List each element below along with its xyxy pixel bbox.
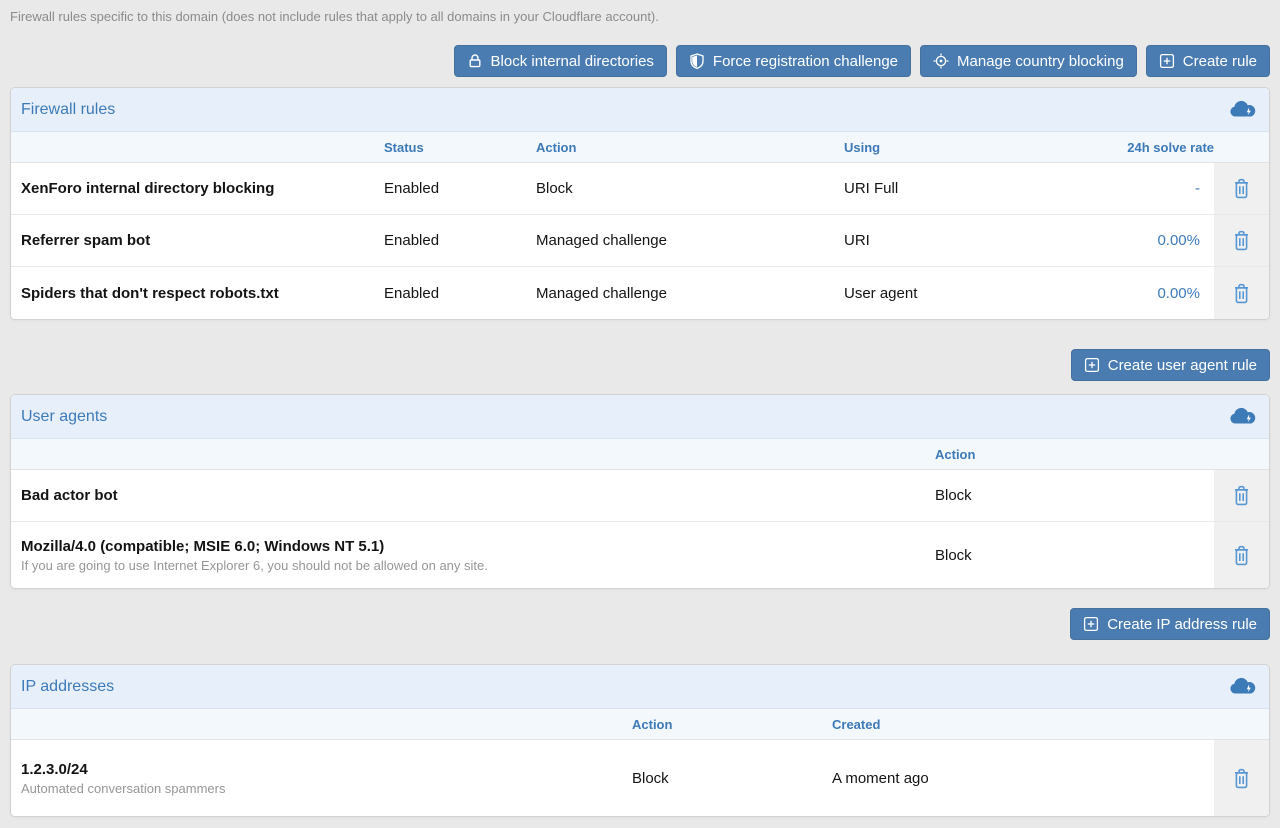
page: Firewall rules specific to this domain (… bbox=[0, 0, 1280, 817]
cloudflare-cloud-icon bbox=[1227, 100, 1257, 119]
cloudflare-cloud-icon bbox=[1227, 677, 1257, 696]
column-header-name bbox=[11, 141, 384, 153]
rule-solve-rate-link[interactable]: 0.00% bbox=[1094, 224, 1214, 257]
rule-solve-rate: - bbox=[1094, 172, 1214, 205]
rule-status: Enabled bbox=[384, 224, 536, 257]
panel-title: IP addresses bbox=[21, 678, 114, 696]
user-agent-action: Block bbox=[935, 479, 1214, 512]
column-header-solve-rate: 24h solve rate bbox=[1094, 134, 1214, 161]
delete-button[interactable] bbox=[1230, 228, 1253, 253]
rule-status: Enabled bbox=[384, 172, 536, 205]
delete-button[interactable] bbox=[1230, 483, 1253, 508]
create-user-agent-rule-button[interactable]: Create user agent rule bbox=[1071, 349, 1270, 381]
create-ip-address-rule-label: Create IP address rule bbox=[1107, 616, 1257, 633]
block-internal-directories-label: Block internal directories bbox=[491, 53, 654, 70]
user-agent-name: Bad actor bot bbox=[11, 479, 935, 512]
panel-title: Firewall rules bbox=[21, 101, 115, 119]
column-header-action: Action bbox=[935, 441, 1214, 468]
column-header-using: Using bbox=[844, 134, 1094, 161]
firewall-rules-column-headers: Status Action Using 24h solve rate bbox=[11, 132, 1269, 163]
create-user-agent-rule-label: Create user agent rule bbox=[1108, 357, 1257, 374]
trash-icon bbox=[1232, 777, 1251, 792]
panel-title: User agents bbox=[21, 408, 107, 426]
toolbar: Block internal directories Force registr… bbox=[10, 45, 1270, 77]
cloudflare-cloud-icon bbox=[1227, 407, 1257, 426]
table-row: 1.2.3.0/24 Automated conversation spamme… bbox=[11, 740, 1269, 816]
rule-name: Spiders that don't respect robots.txt bbox=[11, 277, 384, 310]
rule-solve-rate-link[interactable]: 0.00% bbox=[1094, 277, 1214, 310]
plus-square-icon bbox=[1084, 357, 1100, 373]
delete-button[interactable] bbox=[1230, 543, 1253, 568]
shield-icon bbox=[689, 53, 705, 69]
trash-icon bbox=[1232, 239, 1251, 254]
create-rule-button[interactable]: Create rule bbox=[1146, 45, 1270, 77]
rule-using: User agent bbox=[844, 277, 1094, 310]
rule-action: Block bbox=[536, 172, 844, 205]
table-row: Mozilla/4.0 (compatible; MSIE 6.0; Windo… bbox=[11, 522, 1269, 588]
trash-icon bbox=[1232, 292, 1251, 307]
rule-status: Enabled bbox=[384, 277, 536, 310]
force-registration-challenge-label: Force registration challenge bbox=[713, 53, 898, 70]
rule-action: Managed challenge bbox=[536, 277, 844, 310]
user-agents-panel: User agents Action Bad actor bot Block bbox=[10, 394, 1270, 589]
ip-addresses-panel-header: IP addresses bbox=[11, 665, 1269, 709]
firewall-rules-panel-header: Firewall rules bbox=[11, 88, 1269, 132]
block-internal-directories-button[interactable]: Block internal directories bbox=[454, 45, 667, 77]
table-row: Bad actor bot Block bbox=[11, 470, 1269, 522]
table-row: Spiders that don't respect robots.txt En… bbox=[11, 267, 1269, 319]
create-rule-label: Create rule bbox=[1183, 53, 1257, 70]
ip-address-action: Block bbox=[632, 762, 832, 795]
create-ip-address-rule-button[interactable]: Create IP address rule bbox=[1070, 608, 1270, 640]
locate-icon bbox=[933, 53, 949, 69]
rule-using: URI Full bbox=[844, 172, 1094, 205]
page-description: Firewall rules specific to this domain (… bbox=[10, 0, 1270, 24]
firewall-rules-panel: Firewall rules Status Action Using 24h s… bbox=[10, 87, 1270, 320]
ip-addresses-panel: IP addresses Action Created 1.2.3.0/24 A… bbox=[10, 664, 1270, 817]
rule-using: URI bbox=[844, 224, 1094, 257]
manage-country-blocking-button[interactable]: Manage country blocking bbox=[920, 45, 1137, 77]
column-header-name bbox=[11, 718, 632, 730]
column-header-status: Status bbox=[384, 134, 536, 161]
trash-icon bbox=[1232, 494, 1251, 509]
user-agent-name: Mozilla/4.0 (compatible; MSIE 6.0; Windo… bbox=[21, 538, 935, 555]
user-agents-panel-header: User agents bbox=[11, 395, 1269, 439]
table-row: Referrer spam bot Enabled Managed challe… bbox=[11, 215, 1269, 267]
user-agent-action: Block bbox=[935, 539, 1214, 572]
ip-addresses-column-headers: Action Created bbox=[11, 709, 1269, 740]
plus-square-icon bbox=[1159, 53, 1175, 69]
lock-icon bbox=[467, 53, 483, 69]
user-agent-description: If you are going to use Internet Explore… bbox=[21, 558, 935, 573]
column-header-action: Action bbox=[536, 134, 844, 161]
force-registration-challenge-button[interactable]: Force registration challenge bbox=[676, 45, 911, 77]
user-agents-column-headers: Action bbox=[11, 439, 1269, 470]
column-header-name bbox=[11, 448, 935, 460]
rule-action: Managed challenge bbox=[536, 224, 844, 257]
delete-button[interactable] bbox=[1230, 766, 1253, 791]
ip-address-name: 1.2.3.0/24 bbox=[21, 761, 632, 778]
delete-button[interactable] bbox=[1230, 176, 1253, 201]
trash-icon bbox=[1232, 187, 1251, 202]
rule-name: XenForo internal directory blocking bbox=[11, 172, 384, 205]
rule-name: Referrer spam bot bbox=[11, 224, 384, 257]
plus-square-icon bbox=[1083, 616, 1099, 632]
ip-address-description: Automated conversation spammers bbox=[21, 781, 632, 796]
manage-country-blocking-label: Manage country blocking bbox=[957, 53, 1124, 70]
delete-button[interactable] bbox=[1230, 281, 1253, 306]
column-header-created: Created bbox=[832, 711, 1214, 738]
column-header-action: Action bbox=[632, 711, 832, 738]
trash-icon bbox=[1232, 554, 1251, 569]
ip-address-created: A moment ago bbox=[832, 762, 1214, 795]
table-row: XenForo internal directory blocking Enab… bbox=[11, 163, 1269, 215]
